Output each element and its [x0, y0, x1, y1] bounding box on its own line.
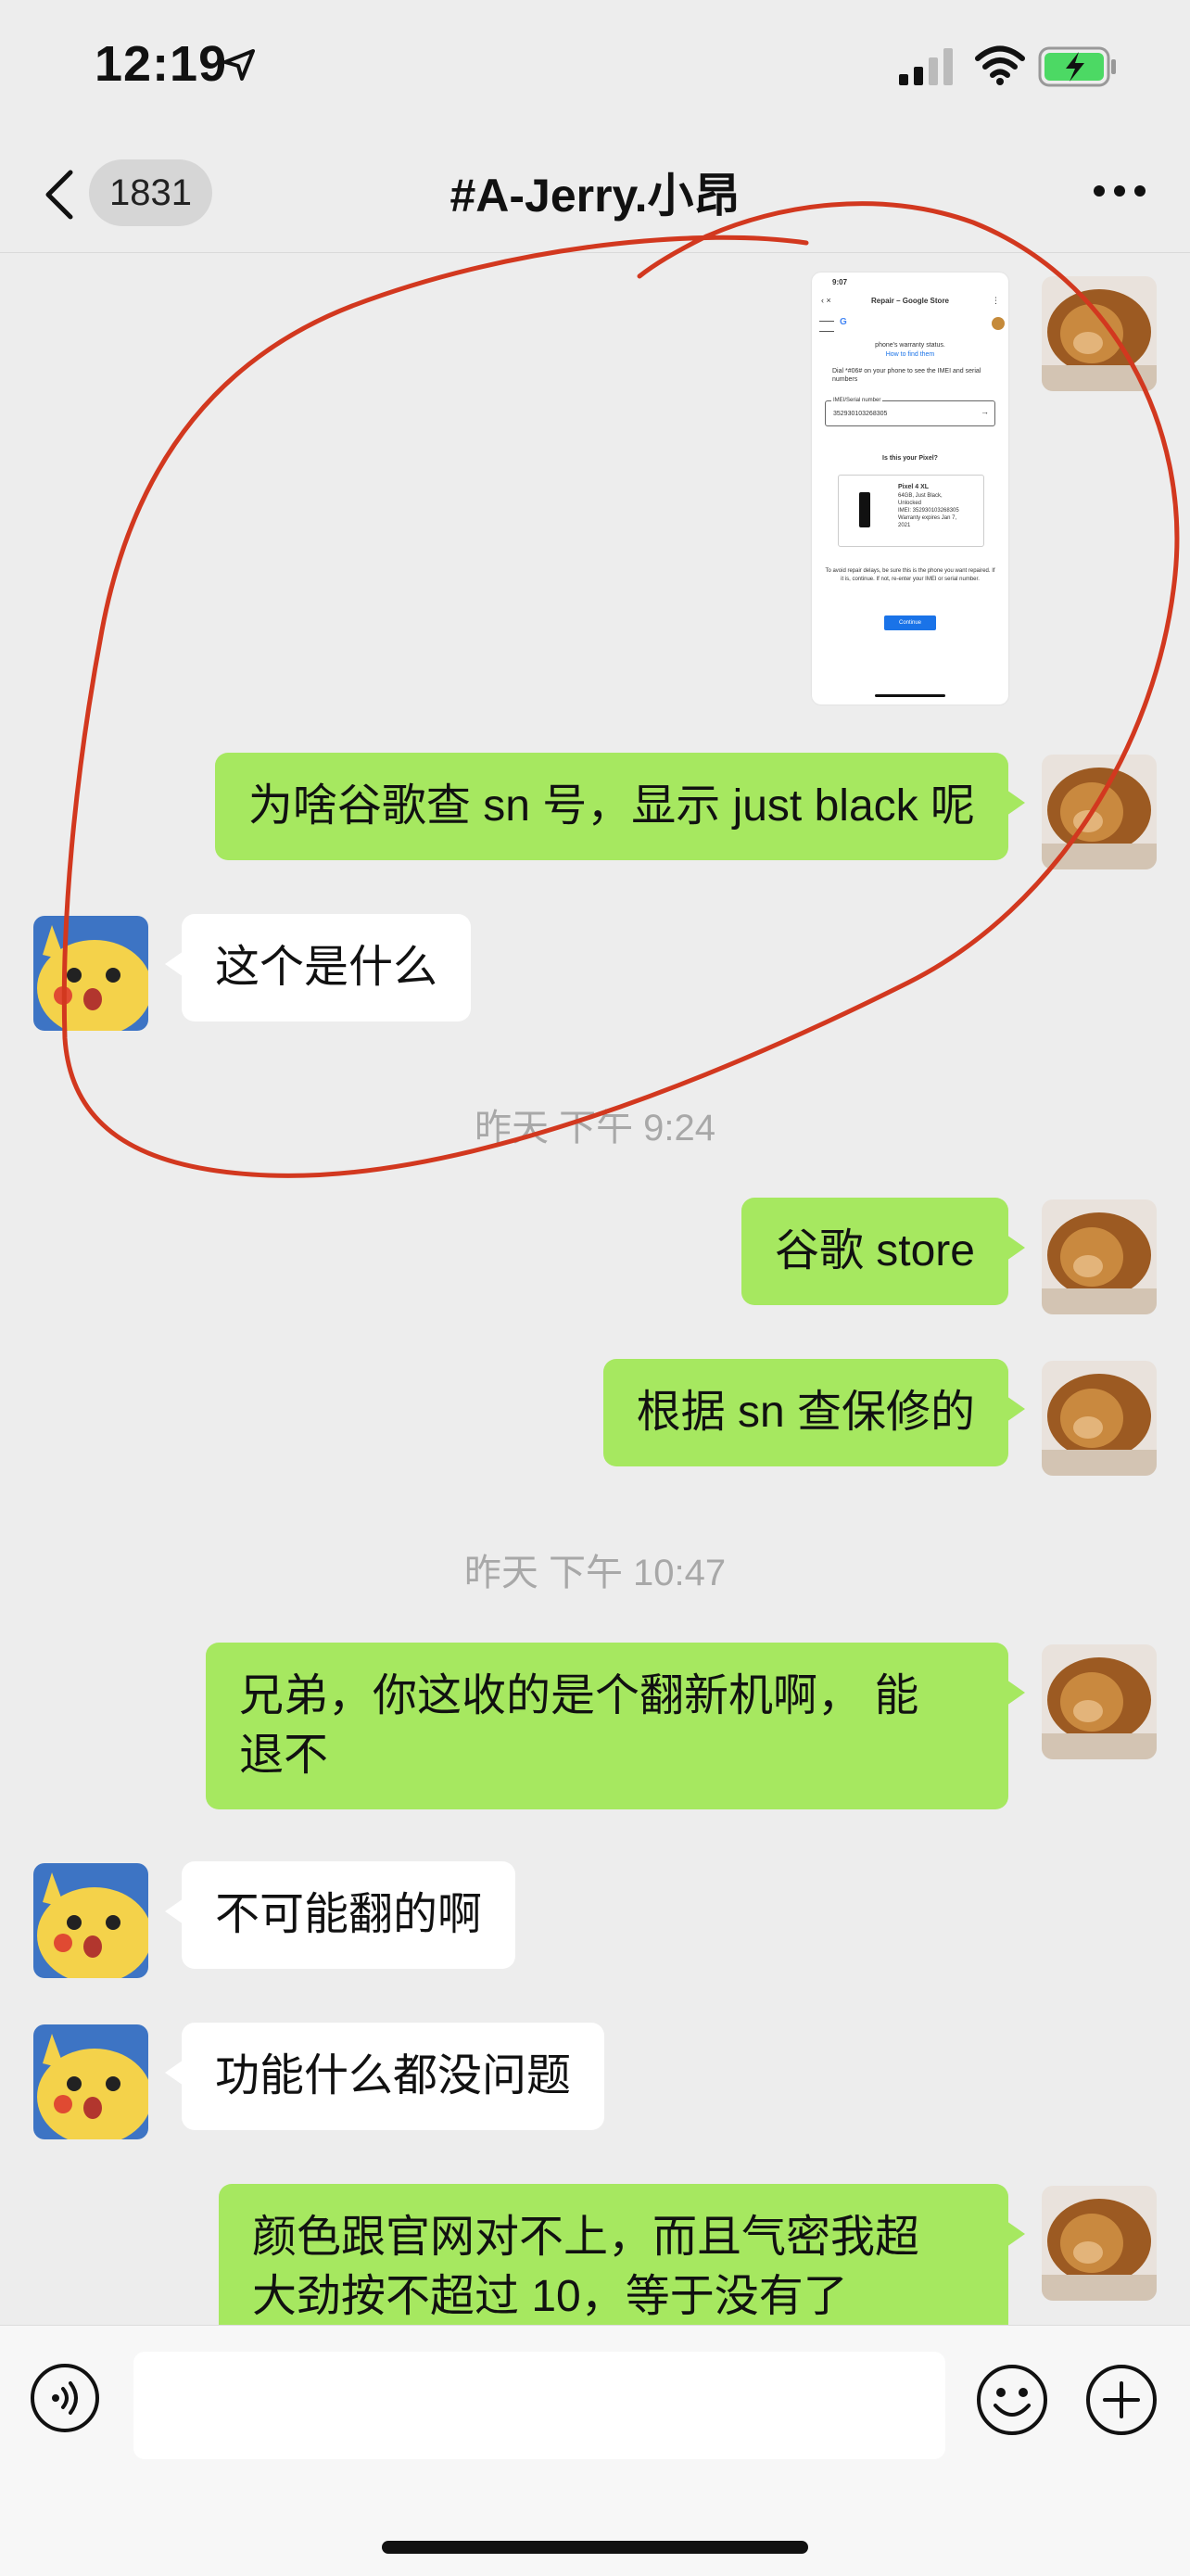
message-bubble-received[interactable]: 这个是什么	[164, 914, 472, 1022]
screenshot-phone-image	[859, 492, 870, 527]
voice-icon[interactable]	[30, 2363, 100, 2433]
location-arrow-icon	[223, 49, 255, 81]
lion-avatar[interactable]	[1042, 1361, 1157, 1476]
shared-screenshot-image[interactable]: 9:07 Repair – Google Store ‹ × ⋮ G phone…	[812, 273, 1008, 704]
message-bubble-sent[interactable]: 为啥谷歌查 sn 号，显示 just black 呢	[214, 753, 1026, 860]
plus-icon[interactable]	[1084, 2363, 1158, 2437]
message-bubble-sent[interactable]: 兄弟，你这收的是个翻新机啊， 能退不	[206, 1643, 1025, 1809]
status-bar: 12:19	[0, 0, 1190, 139]
more-icon[interactable]	[1094, 180, 1146, 198]
message-list[interactable]: 9:07 Repair – Google Store ‹ × ⋮ G phone…	[0, 252, 1190, 2325]
battery-icon	[1038, 46, 1116, 87]
input-bar	[0, 2325, 1190, 2576]
screenshot-page-title: Repair – Google Store	[870, 297, 950, 305]
pikachu-avatar[interactable]	[33, 1863, 148, 1978]
timestamp: 昨天 下午 10:47	[463, 1553, 727, 1593]
status-time: 12:19	[95, 36, 228, 92]
screenshot-line1: phone's warranty status.	[875, 342, 945, 349]
message-bubble-received[interactable]: 不可能翻的啊	[164, 1861, 516, 1969]
lion-avatar[interactable]	[1042, 1199, 1157, 1314]
emoji-icon[interactable]	[975, 2363, 1049, 2437]
screenshot-time: 9:07	[832, 278, 848, 286]
lion-avatar[interactable]	[1042, 755, 1157, 869]
chat-title: #A-Jerry.小昂	[449, 170, 741, 222]
wifi-icon	[975, 45, 1025, 85]
screenshot-menu-icon: ⋮	[992, 296, 1000, 305]
pikachu-avatar[interactable]	[33, 2024, 148, 2139]
screenshot-hamburger-icon	[819, 321, 834, 332]
screenshot-google-logo-icon: G	[840, 317, 847, 327]
screenshot-home-indicator	[875, 694, 945, 697]
screenshot-account-icon	[992, 317, 1005, 330]
screenshot-back-icon: ‹ ×	[821, 296, 831, 305]
home-indicator	[382, 2541, 808, 2554]
lion-avatar[interactable]	[1042, 2186, 1157, 2301]
screenshot-question: Is this your Pixel?	[882, 455, 938, 462]
message-bubble-sent[interactable]: 根据 sn 查保修的	[602, 1359, 1026, 1466]
signal-icon	[899, 48, 953, 85]
lion-avatar[interactable]	[1042, 276, 1157, 391]
screenshot-continue-button: Continue	[884, 615, 936, 630]
screenshot-link: How to find them	[885, 351, 935, 358]
message-bubble-sent[interactable]: 颜色跟官网对不上，而且气密我超 大劲按不超过 10，等于没有了	[219, 2184, 1025, 2325]
lion-avatar[interactable]	[1042, 1644, 1157, 1759]
chat-header: 1831 #A-Jerry.小昂	[0, 139, 1190, 253]
message-bubble-sent[interactable]: 谷歌 store	[741, 1198, 1026, 1305]
message-input[interactable]	[133, 2352, 945, 2459]
message-bubble-received[interactable]: 功能什么都没问题	[164, 2023, 605, 2130]
timestamp: 昨天 下午 9:24	[474, 1108, 716, 1148]
pikachu-avatar[interactable]	[33, 916, 148, 1031]
screenshot-imei-field: IMEI/Serial number 352930103268305 →	[825, 397, 995, 426]
screenshot-dial-text: Dial *#06# on your phone to see the IMEI…	[832, 368, 981, 383]
screenshot-note: To avoid repair delays, be sure this is …	[825, 568, 995, 582]
screenshot-device-card: Pixel 4 XL 64GB, Just Black, Unlocked IM…	[838, 475, 984, 547]
